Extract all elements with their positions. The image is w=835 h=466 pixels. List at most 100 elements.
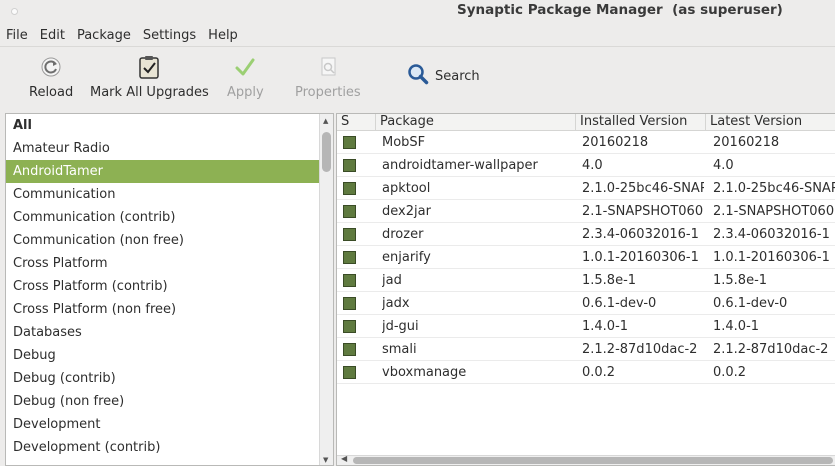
table-row[interactable]: dex2jar 2.1-SNAPSHOT060 2.1-SNAPSHOT060 [337,200,835,223]
installed-status-icon[interactable] [343,182,356,195]
scroll-left-icon[interactable]: ◀ [341,454,347,463]
table-row[interactable]: jadx 0.6.1-dev-0 0.6.1-dev-0 [337,292,835,315]
package-name: jad [382,273,402,288]
scroll-up-icon[interactable]: ▲ [323,117,328,125]
package-name: apktool [382,181,431,196]
installed-version: 1.0.1-20160306-1 [582,250,699,265]
package-table: S Package Installed Version Latest Versi… [336,113,835,466]
latest-version: 2.1.2-87d10dac-2 [713,342,829,357]
latest-version: 2.1.0-25bc46-SNAP [713,181,835,196]
installed-version: 2.1.0-25bc46-SNAP [582,181,704,196]
table-row[interactable]: apktool 2.1.0-25bc46-SNAP 2.1.0-25bc46-SNA… [337,177,835,200]
table-row[interactable]: jad 1.5.8e-1 1.5.8e-1 [337,269,835,292]
column-status[interactable]: S [337,114,376,131]
installed-status-icon[interactable] [343,343,356,356]
menu-edit[interactable]: Edit [34,28,71,43]
installed-version: 1.5.8e-1 [582,273,637,288]
latest-version: 0.0.2 [713,365,747,380]
package-name: jd-gui [382,319,419,334]
menu-bar: File Edit Package Settings Help [0,24,835,46]
latest-version: 20160218 [713,135,780,150]
window-title: Synaptic Package Manager (as superuser) [457,2,783,18]
table-row[interactable]: enjarify 1.0.1-20160306-1 1.0.1-20160306-1 [337,246,835,269]
installed-version: 20160218 [582,135,649,150]
package-name: dex2jar [382,204,431,219]
latest-version: 4.0 [713,158,734,173]
section-item[interactable]: Debug (contrib) [6,367,321,390]
column-installed-version[interactable]: Installed Version [576,114,706,131]
package-name: vboxmanage [382,365,467,380]
table-row[interactable]: androidtamer-wallpaper 4.0 4.0 [337,154,835,177]
latest-version: 2.1-SNAPSHOT060 [713,204,835,219]
package-name: drozer [382,227,424,242]
sections-scrollbar[interactable]: ▲ ▼ [319,114,333,465]
menu-package[interactable]: Package [71,28,137,43]
title-bar: Synaptic Package Manager (as superuser) [0,0,835,24]
table-row[interactable]: smali 2.1.2-87d10dac-2 2.1.2-87d10dac-2 [337,338,835,361]
installed-version: 0.0.2 [582,365,616,380]
menu-file[interactable]: File [0,28,34,43]
latest-version: 1.0.1-20160306-1 [713,250,830,265]
properties-button[interactable]: Properties [295,55,361,100]
installed-version: 0.6.1-dev-0 [582,296,657,311]
mark-all-upgrades-button[interactable]: Mark All Upgrades [90,55,209,100]
installed-version: 2.1.2-87d10dac-2 [582,342,698,357]
package-name: MobSF [382,135,426,150]
section-item[interactable]: Cross Platform (non free) [6,298,321,321]
section-item[interactable]: Cross Platform [6,252,321,275]
section-item[interactable]: Debug (non free) [6,390,321,413]
scrollbar-thumb[interactable] [353,457,833,464]
installed-status-icon[interactable] [343,297,356,310]
section-item[interactable]: Communication (contrib) [6,206,321,229]
section-item[interactable]: AndroidTamer [6,160,321,183]
section-item[interactable]: Cross Platform (contrib) [6,275,321,298]
column-package[interactable]: Package [376,114,576,131]
section-items: All Amateur Radio AndroidTamer Communicatio… [6,114,321,459]
column-latest-version[interactable]: Latest Version [706,114,835,131]
document-properties-icon [316,55,340,79]
section-item[interactable]: Communication (non free) [6,229,321,252]
package-name: enjarify [382,250,431,265]
window-menu-icon[interactable] [11,8,18,15]
table-row[interactable]: vboxmanage 0.0.2 0.0.2 [337,361,835,384]
installed-version: 2.1-SNAPSHOT060 [582,204,704,219]
installed-status-icon[interactable] [343,159,356,172]
scroll-down-icon[interactable]: ▼ [323,456,328,464]
scrollbar-thumb[interactable] [322,132,331,172]
search-icon [407,63,429,89]
table-row[interactable]: MobSF 20160218 20160218 [337,131,835,154]
apply-button[interactable]: Apply [227,55,264,100]
search-button[interactable]: Search [407,63,480,89]
package-name: androidtamer-wallpaper [382,158,538,173]
section-item[interactable]: Communication [6,183,321,206]
installed-status-icon[interactable] [343,136,356,149]
installed-status-icon[interactable] [343,251,356,264]
section-item[interactable]: All [6,114,321,137]
reload-button[interactable]: Reload [29,55,73,100]
package-name: jadx [382,296,410,311]
menu-help[interactable]: Help [202,28,244,43]
latest-version: 1.4.0-1 [713,319,760,334]
table-horizontal-scrollbar[interactable]: ◀ [337,454,835,465]
installed-status-icon[interactable] [343,366,356,379]
table-row[interactable]: jd-gui 1.4.0-1 1.4.0-1 [337,315,835,338]
installed-version: 1.4.0-1 [582,319,629,334]
latest-version: 0.6.1-dev-0 [713,296,788,311]
section-item[interactable]: Amateur Radio [6,137,321,160]
menu-settings[interactable]: Settings [137,28,202,43]
section-item[interactable]: Debug [6,344,321,367]
section-item[interactable]: Development [6,413,321,436]
installed-status-icon[interactable] [343,320,356,333]
section-item[interactable]: Development (contrib) [6,436,321,459]
installed-version: 4.0 [582,158,603,173]
package-name: smali [382,342,417,357]
table-rows: MobSF 20160218 20160218 androidtamer-wallpa… [337,131,835,384]
reload-icon [39,55,63,79]
section-item[interactable]: Databases [6,321,321,344]
clipboard-check-icon [137,55,161,79]
installed-status-icon[interactable] [343,228,356,241]
installed-status-icon[interactable] [343,205,356,218]
installed-status-icon[interactable] [343,274,356,287]
table-header: S Package Installed Version Latest Versi… [337,114,835,131]
table-row[interactable]: drozer 2.3.4-06032016-1 2.3.4-06032016-1 [337,223,835,246]
